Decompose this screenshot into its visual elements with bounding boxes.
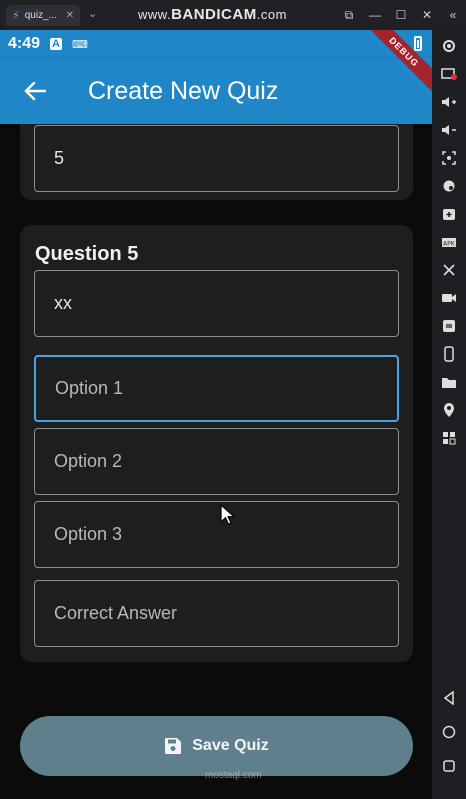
back-button[interactable] xyxy=(0,58,70,124)
save-quiz-label: Save Quiz xyxy=(192,737,269,754)
flutter-icon: ⚡ xyxy=(12,10,20,22)
volume-up-icon[interactable] xyxy=(439,92,459,112)
location-icon[interactable] xyxy=(439,400,459,420)
phone-screen: 4:49 A ⌨ Create New Quiz DEBUG 5 Questio… xyxy=(0,30,432,799)
save-icon xyxy=(165,738,182,754)
question-text-field[interactable]: xx xyxy=(34,270,399,337)
settings-icon[interactable] xyxy=(439,36,459,56)
option-3-field[interactable]: Option 3 xyxy=(34,501,399,568)
emulator-tab[interactable]: ⚡ quiz_... ✕ xyxy=(6,5,80,26)
more-options-icon[interactable] xyxy=(439,428,459,448)
svg-text:APK: APK xyxy=(443,241,456,248)
bandicam-watermark: www.BANDICAM.com xyxy=(138,6,287,23)
volume-down-icon[interactable] xyxy=(439,120,459,140)
minimize-icon[interactable]: — xyxy=(362,8,388,22)
screenshot-icon[interactable] xyxy=(439,148,459,168)
window-controls: ⧉ — ☐ ✕ « xyxy=(336,0,466,30)
arrow-back-icon xyxy=(24,81,46,101)
nav-recents-icon[interactable] xyxy=(439,756,459,776)
previous-answer-field[interactable]: 5 xyxy=(34,125,399,192)
keyboard-icon: ⌨ xyxy=(72,38,88,51)
pip-icon[interactable]: ⧉ xyxy=(336,8,362,23)
status-time: 4:49 xyxy=(8,35,41,52)
apk-install-icon[interactable]: APK xyxy=(439,232,459,252)
tab-close-icon[interactable]: ✕ xyxy=(66,10,74,21)
notification-icon: A xyxy=(50,38,63,50)
emulator-toolbar: APK xyxy=(432,30,466,799)
rotate-icon[interactable] xyxy=(439,344,459,364)
option-1-field[interactable]: Option 1 xyxy=(34,355,399,422)
keyboard-mapping-icon[interactable] xyxy=(439,64,459,84)
option-2-field[interactable]: Option 2 xyxy=(34,428,399,495)
emulator-tab-label: quiz_... xyxy=(24,10,57,21)
previous-question-card: 5 xyxy=(20,124,413,200)
multi-instance-icon[interactable] xyxy=(439,204,459,224)
emulator-title-bar: ⚡ quiz_... ✕ ⌄ www.BANDICAM.com ⧉ — ☐ ✕ … xyxy=(0,0,466,30)
close-window-icon[interactable]: ✕ xyxy=(414,8,440,22)
tab-menu-icon[interactable]: ⌄ xyxy=(88,7,97,20)
save-quiz-button[interactable]: Save Quiz xyxy=(20,716,413,776)
scissors-icon[interactable] xyxy=(439,260,459,280)
record-video-icon[interactable] xyxy=(439,288,459,308)
correct-answer-field[interactable]: Correct Answer xyxy=(34,580,399,647)
mostaql-watermark: mostaql.com xyxy=(205,770,262,781)
battery-icon xyxy=(414,36,422,51)
question-card: Question 5 xx Option 1 Option 2 Option 3… xyxy=(20,225,413,662)
mouse-cursor-icon xyxy=(220,504,236,526)
collapse-sidebar-icon[interactable]: « xyxy=(440,8,466,22)
status-bar: 4:49 A ⌨ xyxy=(0,30,432,58)
nav-home-icon[interactable] xyxy=(439,722,459,742)
nav-back-icon[interactable] xyxy=(439,688,459,708)
folder-icon[interactable] xyxy=(439,372,459,392)
quiz-form: 5 Question 5 xx Option 1 Option 2 Option… xyxy=(0,124,432,799)
app-bar: Create New Quiz xyxy=(0,58,432,124)
question-title: Question 5 xyxy=(35,243,139,265)
sync-icon[interactable] xyxy=(439,316,459,336)
page-title: Create New Quiz xyxy=(88,76,279,105)
maximize-icon[interactable]: ☐ xyxy=(388,8,414,22)
shake-icon[interactable] xyxy=(439,176,459,196)
